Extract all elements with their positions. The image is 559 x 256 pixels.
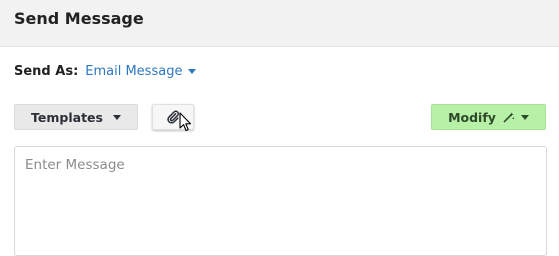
magic-wand-icon [503, 111, 515, 122]
send-as-dropdown[interactable]: Email Message [85, 64, 197, 79]
dialog-title: Send Message [14, 9, 144, 28]
mouse-pointer-icon [179, 112, 192, 132]
templates-button[interactable]: Templates [14, 104, 138, 130]
chevron-down-icon [520, 114, 529, 120]
send-as-value: Email Message [85, 64, 183, 79]
dialog-header: Send Message [0, 0, 559, 47]
send-as-row: Send As: Email Message [14, 64, 197, 79]
chevron-down-icon [112, 114, 121, 120]
templates-label: Templates [31, 109, 103, 125]
message-input[interactable]: Enter Message [14, 146, 547, 256]
modify-button[interactable]: Modify [431, 104, 546, 130]
message-placeholder: Enter Message [25, 157, 125, 173]
paperclip-icon [167, 110, 179, 124]
chevron-down-icon [188, 69, 197, 74]
send-as-label: Send As: [14, 64, 79, 79]
modify-label: Modify [448, 109, 496, 125]
